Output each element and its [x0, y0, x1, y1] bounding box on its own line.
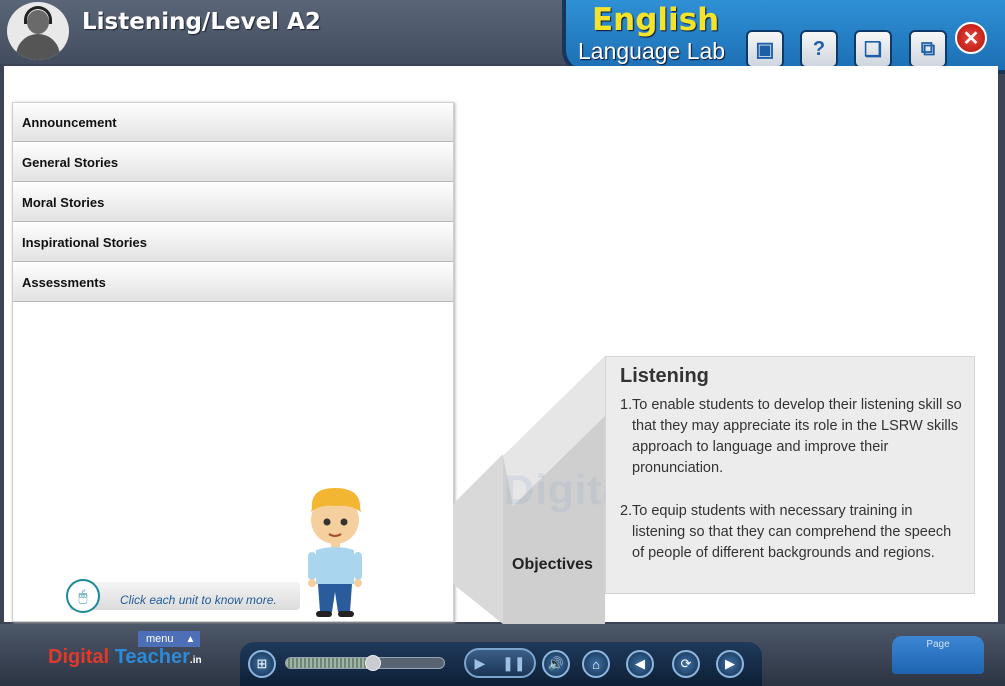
digital-teacher-logo: Digital Teacher.in	[48, 646, 202, 669]
brand-panel: English Language Lab ▣ ? ❑ ⧉	[562, 0, 1005, 74]
logo-part2: Teacher	[114, 646, 190, 668]
volume-button[interactable]: 🔊	[542, 650, 570, 678]
unit-item-assessments[interactable]: Assessments	[13, 263, 453, 302]
previous-button[interactable]: ◀	[626, 650, 654, 678]
next-button[interactable]: ▶	[716, 650, 744, 678]
brand-lab-text: Language Lab	[578, 38, 726, 64]
folder-icon: ▣	[755, 38, 775, 61]
unit-item-general-stories[interactable]: General Stories	[13, 143, 453, 182]
unit-menu-panel: Announcement General Stories Moral Stori…	[12, 102, 454, 622]
objective-number: 2.	[620, 503, 633, 519]
unit-item-inspirational-stories[interactable]: Inspirational Stories	[13, 223, 453, 262]
book-icon: ❑	[864, 38, 882, 61]
arrow-right-icon: ▶	[725, 656, 735, 671]
home-icon: ⌂	[592, 656, 600, 672]
play-icon[interactable]: ▶	[474, 655, 485, 672]
objectives-card: Listening 1. To enable students to devel…	[605, 356, 975, 594]
hint-icon: 🖱	[66, 579, 100, 613]
help-icon: ?	[812, 37, 826, 60]
tree-icon: ⊞	[256, 656, 268, 671]
play-pause-control[interactable]: ▶ ❚❚	[464, 648, 536, 678]
objective-point: 1. To enable students to develop their l…	[620, 395, 962, 479]
objectives-tab-label: Objectives	[512, 556, 593, 573]
progress-fill	[286, 658, 373, 668]
menu-toggle-button[interactable]: menu ▲	[138, 631, 200, 647]
arrow-left-icon: ◀	[635, 656, 645, 671]
logo-part1: Digital	[48, 646, 110, 668]
objective-point: 2. To equip students with necessary trai…	[620, 501, 962, 564]
objectives-title: Listening	[620, 365, 709, 387]
page-indicator: Page	[892, 636, 984, 674]
help-button[interactable]: ?	[800, 30, 838, 68]
media-control-bar: ⊞ ▶ ❚❚ 🔊 ⌂ ◀ ⟳ ▶	[240, 642, 762, 686]
pause-icon[interactable]: ❚❚	[502, 655, 525, 672]
app-footer: Digital Teacher.in menu ▲ ⊞ ▶ ❚❚ 🔊 ⌂ ◀ ⟳	[0, 624, 1005, 686]
avatar	[7, 2, 69, 60]
objective-text: To equip students with necessary trainin…	[632, 503, 952, 561]
logo-suffix: .in	[189, 655, 202, 666]
unit-item-label: Moral Stories	[22, 195, 105, 210]
refresh-icon: ⟳	[680, 656, 692, 671]
unit-item-moral-stories[interactable]: Moral Stories	[13, 183, 453, 222]
folder-button[interactable]: ▣	[746, 30, 784, 68]
window-button[interactable]: ⧉	[909, 30, 947, 68]
progress-slider[interactable]	[285, 655, 445, 671]
replay-button[interactable]: ⟳	[672, 650, 700, 678]
content-area: Announcement General Stories Moral Stori…	[4, 66, 998, 624]
page-title: Listening/Level A2	[82, 9, 321, 35]
unit-item-announcement[interactable]: Announcement	[13, 103, 453, 142]
objective-number: 1.	[620, 397, 633, 413]
tree-menu-button[interactable]: ⊞	[248, 650, 276, 678]
chevron-up-icon: ▲	[185, 633, 196, 645]
page-label: Page	[926, 639, 950, 650]
menu-label: menu	[146, 633, 174, 645]
brand-english-text: English	[592, 2, 720, 38]
progress-knob[interactable]	[364, 655, 381, 671]
unit-item-label: Inspirational Stories	[22, 235, 147, 250]
home-button[interactable]: ⌂	[582, 650, 610, 678]
window-icon: ⧉	[920, 37, 936, 60]
app-header: Listening/Level A2 English Language Lab …	[0, 0, 1005, 74]
unit-item-label: Assessments	[22, 275, 106, 290]
unit-item-label: General Stories	[22, 155, 119, 170]
book-button[interactable]: ❑	[854, 30, 892, 68]
close-button[interactable]: ✕	[955, 22, 987, 54]
close-icon: ✕	[962, 27, 980, 50]
boy-character-illustration	[308, 488, 362, 617]
speaker-icon: 🔊	[547, 656, 565, 671]
objective-text: To enable students to develop their list…	[632, 397, 962, 476]
hint-text: Click each unit to know more.	[120, 593, 277, 607]
unit-item-label: Announcement	[22, 115, 117, 130]
